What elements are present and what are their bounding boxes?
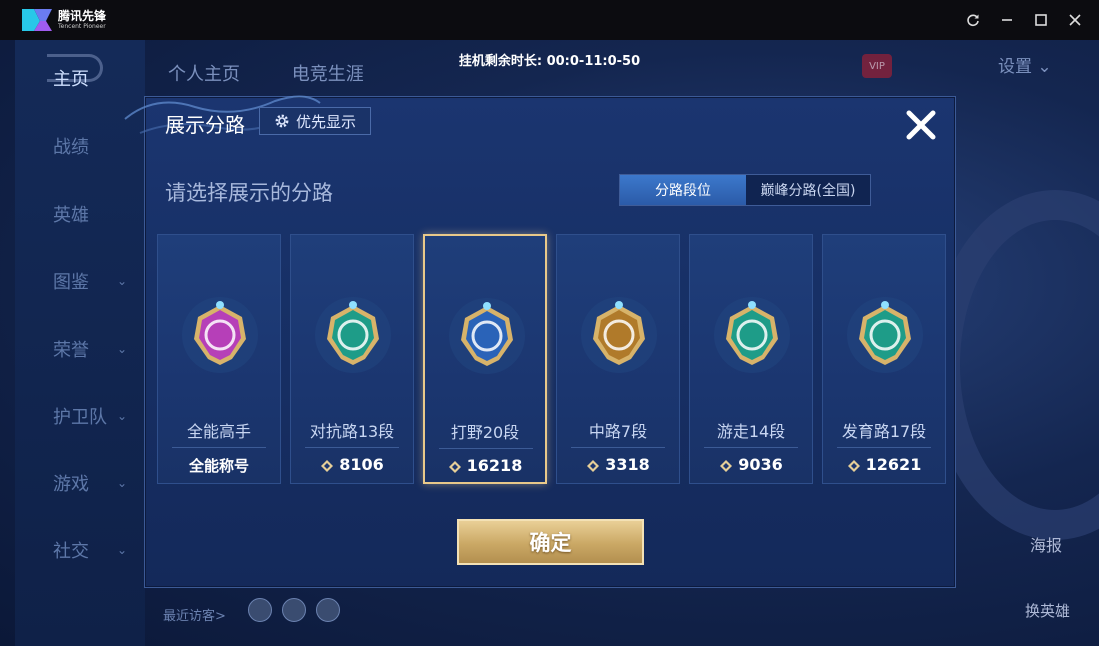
chevron-down-icon: ⌄ bbox=[117, 342, 128, 356]
sidebar-item-label: 战绩 bbox=[53, 137, 89, 158]
close-dialog-button[interactable] bbox=[899, 103, 943, 147]
priority-display-label: 优先显示 bbox=[295, 112, 356, 131]
chevron-down-icon: ⌄ bbox=[117, 543, 128, 557]
ranking-mode-toggle: 分路段位 巅峰分路(全国) bbox=[619, 174, 871, 206]
brand-subtitle: Tencent Pioneer bbox=[58, 23, 106, 30]
lane-rank-label: 全能高手 bbox=[186, 422, 251, 441]
idle-timer: 挂机剩余时长: 00:0-11:0-50 bbox=[458, 54, 641, 69]
lane-rank-label: 中路7段 bbox=[588, 422, 648, 441]
lane-points-value: 3318 bbox=[605, 455, 650, 474]
lane-points: 9036 bbox=[690, 455, 812, 474]
lane-rank-label: 发育路17段 bbox=[841, 422, 927, 441]
gear-icon bbox=[275, 114, 289, 128]
lane-points: 12621 bbox=[823, 455, 945, 474]
points-icon bbox=[847, 458, 861, 472]
lane-points-value: 12621 bbox=[865, 455, 922, 474]
sidebar-item-label: 护卫队 bbox=[53, 407, 107, 428]
points-icon bbox=[320, 458, 334, 472]
points-icon bbox=[448, 459, 462, 473]
lane-card-farm-lane[interactable]: 发育路17段 12621 bbox=[822, 234, 946, 484]
refresh-icon[interactable] bbox=[963, 10, 983, 30]
sidebar-item-heroes[interactable]: 英雄 bbox=[15, 194, 145, 234]
sidebar-item-guard[interactable]: 护卫队 ⌄ bbox=[15, 396, 145, 436]
confirm-button[interactable]: 确定 bbox=[457, 519, 644, 565]
window-titlebar: 腾讯先锋 Tencent Pioneer bbox=[0, 0, 1099, 40]
visitor-avatar[interactable] bbox=[248, 598, 272, 622]
card-divider bbox=[305, 447, 399, 448]
sidebar-item-label: 社交 bbox=[53, 541, 89, 562]
minimize-icon[interactable] bbox=[997, 10, 1017, 30]
brand-name: 腾讯先锋 bbox=[58, 9, 107, 23]
sidebar-item-label: 荣誉 bbox=[53, 340, 89, 361]
lane-points: 全能称号 bbox=[158, 455, 280, 476]
tencent-pioneer-logo-icon bbox=[22, 9, 52, 31]
farm-lane-badge-icon bbox=[845, 295, 925, 375]
sidebar-item-games[interactable]: 游戏 ⌄ bbox=[15, 463, 145, 503]
lane-card-roam[interactable]: 游走14段 9036 bbox=[689, 234, 813, 484]
sidebar-item-social[interactable]: 社交 ⌄ bbox=[15, 530, 145, 570]
lane-points-value: 8106 bbox=[339, 455, 384, 474]
lane-display-dialog: 展示分路 优先显示 请选择展示的分路 分路段位 巅峰分路(全国) 全能高手全能称… bbox=[124, 95, 956, 588]
chevron-down-icon: ⌄ bbox=[117, 409, 128, 423]
lane-points: 16218 bbox=[425, 456, 545, 475]
roam-badge-icon bbox=[712, 295, 792, 375]
tab-lane-rank[interactable]: 分路段位 bbox=[620, 175, 746, 205]
jungle-badge-icon bbox=[447, 296, 527, 376]
lane-rank-label: 打野20段 bbox=[450, 423, 520, 442]
mid-lane-badge-icon bbox=[579, 295, 659, 375]
points-icon bbox=[586, 458, 600, 472]
sidebar-item-honor[interactable]: 荣誉 ⌄ bbox=[15, 329, 145, 369]
card-divider bbox=[439, 448, 533, 449]
points-icon bbox=[719, 458, 733, 472]
sidebar-item-codex[interactable]: 图鉴 ⌄ bbox=[15, 261, 145, 301]
lane-points-value: 9036 bbox=[738, 455, 783, 474]
chevron-down-icon: ⌄ bbox=[117, 476, 128, 490]
lane-points: 3318 bbox=[557, 455, 679, 474]
app-brand: 腾讯先锋 Tencent Pioneer bbox=[20, 7, 106, 33]
card-divider bbox=[172, 447, 266, 448]
visitor-avatar[interactable] bbox=[282, 598, 306, 622]
clash-lane-badge-icon bbox=[313, 295, 393, 375]
lane-card-jungle[interactable]: 打野20段 16218 bbox=[423, 234, 547, 484]
lane-card-mid-lane[interactable]: 中路7段 3318 bbox=[556, 234, 680, 484]
card-divider bbox=[837, 447, 931, 448]
chevron-down-icon: ⌄ bbox=[117, 274, 128, 288]
lane-card-clash-lane[interactable]: 对抗路13段 8106 bbox=[290, 234, 414, 484]
sidebar-item-label: 图鉴 bbox=[53, 272, 89, 293]
lane-points: 8106 bbox=[291, 455, 413, 474]
card-divider bbox=[704, 447, 798, 448]
lane-card-all-round[interactable]: 全能高手 全能称号 bbox=[157, 234, 281, 484]
recent-visitors-link[interactable]: 最近访客> bbox=[163, 605, 226, 624]
sidebar-item-label: 英雄 bbox=[53, 205, 89, 226]
swap-hero-button[interactable]: 换英雄 bbox=[1025, 600, 1070, 621]
lane-points-value: 16218 bbox=[466, 456, 523, 475]
poster-button[interactable]: 海报 bbox=[1030, 532, 1062, 556]
all-round-badge-icon bbox=[180, 295, 260, 375]
close-window-icon[interactable] bbox=[1065, 10, 1085, 30]
priority-display-button[interactable]: 优先显示 bbox=[259, 107, 371, 135]
maximize-icon[interactable] bbox=[1031, 10, 1051, 30]
dialog-title: 展示分路 bbox=[165, 113, 245, 137]
tab-peak-lane[interactable]: 巅峰分路(全国) bbox=[746, 175, 870, 205]
lane-rank-label: 游走14段 bbox=[716, 422, 786, 441]
close-icon bbox=[906, 110, 936, 140]
card-divider bbox=[571, 447, 665, 448]
lane-points-value: 全能称号 bbox=[188, 457, 249, 475]
lane-rank-label: 对抗路13段 bbox=[309, 422, 395, 441]
select-lane-heading: 请选择展示的分路 bbox=[165, 181, 333, 205]
sidebar-item-label: 游戏 bbox=[53, 474, 89, 495]
visitor-avatar[interactable] bbox=[316, 598, 340, 622]
